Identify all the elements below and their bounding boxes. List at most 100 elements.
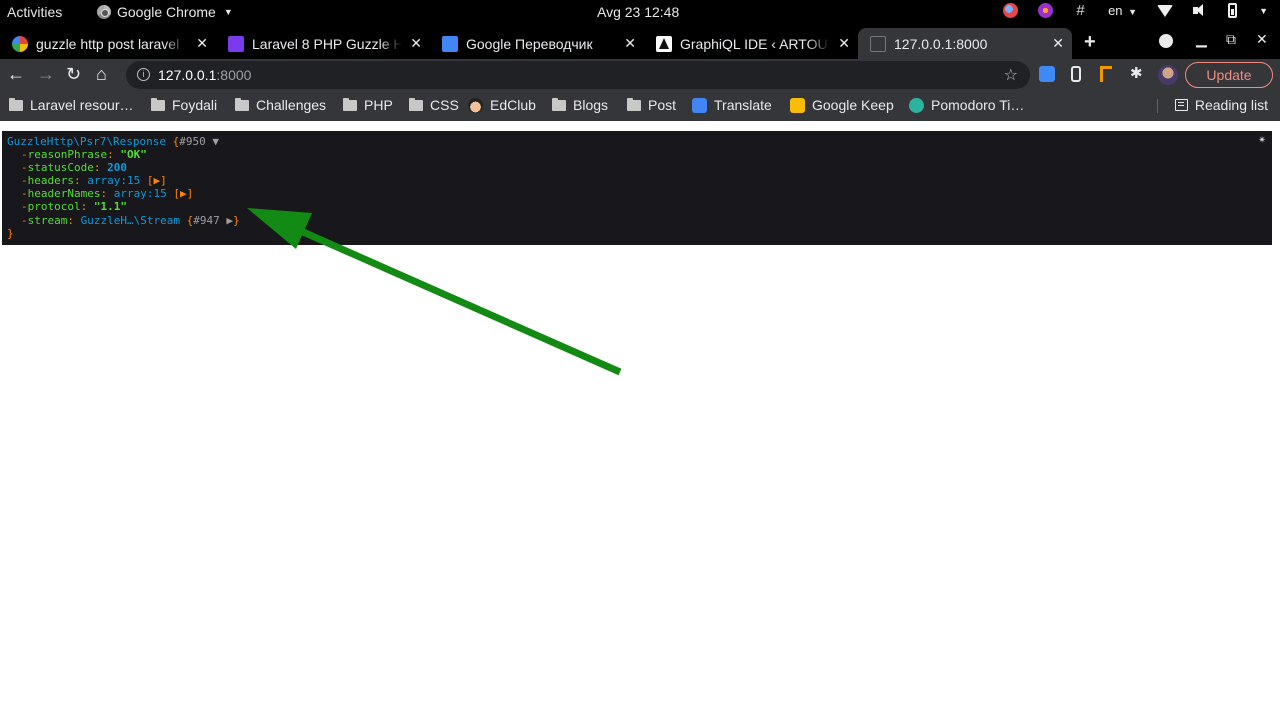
bookmark-challenges[interactable]: Challenges bbox=[235, 97, 326, 113]
bookmark-css[interactable]: CSS bbox=[409, 97, 459, 113]
bookmark-blogs[interactable]: Blogs bbox=[552, 97, 608, 113]
chevron-down-icon[interactable]: ▼ bbox=[1259, 6, 1268, 16]
close-window-icon[interactable]: ✕ bbox=[1256, 31, 1268, 48]
restore-icon[interactable]: ⧉ bbox=[1226, 31, 1236, 48]
new-tab-button[interactable]: + bbox=[1084, 31, 1096, 54]
bookmark-label: Foydali bbox=[172, 97, 218, 113]
folder-icon bbox=[552, 97, 566, 111]
bookmark-laravel-resources[interactable]: Laravel resour… bbox=[9, 97, 134, 113]
collapse-toggle-icon[interactable]: ▼ bbox=[212, 135, 219, 148]
close-icon[interactable]: ✕ bbox=[196, 35, 208, 52]
annotation-arrow-shaft bbox=[283, 220, 622, 376]
dump-prop-value: array:15 bbox=[87, 174, 141, 188]
address-bar[interactable]: i 127.0.0.1:8000 ☆ bbox=[126, 61, 1030, 89]
tab-localhost[interactable]: 127.0.0.1:8000 ✕ bbox=[858, 28, 1072, 59]
bookmark-star-icon[interactable]: ☆ bbox=[1004, 65, 1018, 85]
wifi-icon[interactable] bbox=[1157, 4, 1174, 17]
dump-header: GuzzleHttp\Psr7\Response {#950 ▼ bbox=[7, 135, 1267, 148]
tab-title: Google Переводчик bbox=[466, 35, 593, 52]
dump-prop-row: -headers: array:15 [▶] bbox=[7, 174, 1267, 187]
chrome-icon bbox=[97, 5, 111, 19]
home-icon[interactable]: ⌂ bbox=[96, 64, 107, 85]
reading-list-button[interactable]: Reading list bbox=[1174, 97, 1268, 113]
bookmark-label: Challenges bbox=[256, 97, 327, 113]
language-label: en bbox=[1108, 3, 1123, 18]
tab-title: Laravel 8 PHP Guzzle Http bbox=[252, 35, 402, 52]
dump-prop-value: GuzzleH…\Stream bbox=[80, 213, 180, 227]
dump-prop-dash: - bbox=[21, 187, 28, 201]
url-text[interactable]: 127.0.0.1:8000 bbox=[158, 67, 251, 83]
dump-prop-key: reasonPhrase bbox=[27, 148, 108, 162]
reload-icon[interactable]: ↻ bbox=[66, 64, 81, 85]
dump-prop-value: array:15 bbox=[113, 187, 167, 201]
bookmark-post[interactable]: Post bbox=[627, 97, 676, 113]
puzzle-icon[interactable]: ✱ bbox=[1130, 64, 1146, 82]
tray-app-icon[interactable] bbox=[1003, 3, 1019, 18]
system-top-bar: Activities Google Chrome ▼ Avg 23 12:48 … bbox=[0, 0, 1280, 25]
graphiql-icon bbox=[656, 35, 672, 52]
close-icon[interactable]: ✕ bbox=[410, 35, 422, 52]
dump-object-ref[interactable]: #950 bbox=[179, 135, 206, 148]
tray-app-icon-2[interactable] bbox=[1038, 3, 1054, 18]
folder-icon bbox=[9, 97, 23, 111]
language-indicator[interactable]: en ▼ bbox=[1108, 3, 1137, 18]
folder-icon bbox=[343, 97, 357, 111]
bookmark-php[interactable]: PHP bbox=[343, 97, 393, 113]
page-content: GuzzleHttp\Psr7\Response {#950 ▼ -reason… bbox=[0, 121, 1280, 722]
folder-icon bbox=[409, 97, 423, 111]
avatar[interactable] bbox=[1158, 65, 1178, 85]
dump-prop-row: -stream: GuzzleH…\Stream {#947 ▶} bbox=[7, 214, 1267, 227]
forward-icon[interactable]: → bbox=[37, 64, 55, 85]
bookmark-label: Laravel resour… bbox=[30, 97, 134, 113]
google-translate-icon bbox=[442, 35, 458, 52]
tab-graphiql[interactable]: GraphiQL IDE ‹ ARTOUR ✕ bbox=[644, 28, 858, 59]
dump-prop-row: -reasonPhrase: "OK" bbox=[7, 148, 1267, 161]
bookmark-label: Google Keep bbox=[812, 97, 894, 113]
reading-list-icon bbox=[1174, 99, 1188, 111]
minimize-icon[interactable]: ▁ bbox=[1196, 31, 1207, 48]
slack-icon[interactable]: # bbox=[1073, 3, 1088, 18]
expand-toggle-icon[interactable]: [▶] bbox=[147, 174, 167, 187]
dump-brace: } bbox=[232, 213, 240, 227]
folder-icon bbox=[235, 97, 249, 111]
bookmarks-bar: Laravel resour… Foydali Challenges PHP C… bbox=[0, 91, 1280, 121]
tab-title: 127.0.0.1:8000 bbox=[894, 35, 988, 52]
site-info-icon[interactable]: i bbox=[137, 68, 150, 81]
phone-extension-icon[interactable] bbox=[1071, 66, 1081, 82]
close-icon[interactable]: ✕ bbox=[1052, 35, 1064, 52]
extension-icon[interactable] bbox=[1039, 66, 1055, 82]
extension-icon-2[interactable] bbox=[1100, 66, 1112, 82]
expand-toggle-icon[interactable]: [▶] bbox=[173, 187, 193, 200]
dump-colon: : bbox=[80, 200, 94, 214]
close-icon[interactable]: ✕ bbox=[624, 35, 636, 52]
dump-prop-key: headerNames bbox=[27, 187, 101, 201]
back-icon[interactable]: ← bbox=[7, 64, 25, 85]
dump-prop-dash: - bbox=[21, 174, 28, 188]
bookmark-foydali[interactable]: Foydali bbox=[151, 97, 217, 113]
tab-google-translate[interactable]: Google Переводчик ✕ bbox=[430, 28, 644, 59]
dump-object-ref[interactable]: #947 bbox=[193, 214, 220, 227]
volume-icon[interactable] bbox=[1193, 3, 1208, 18]
bookmark-edclub[interactable]: EdClub bbox=[468, 97, 536, 113]
tab-laravel-guzzle[interactable]: Laravel 8 PHP Guzzle Http ✕ bbox=[216, 28, 430, 59]
close-icon[interactable]: ✕ bbox=[838, 35, 850, 52]
dump-colon: : bbox=[107, 148, 121, 162]
tab-search-icon[interactable] bbox=[1159, 34, 1173, 48]
bookmark-translate[interactable]: Translate bbox=[692, 97, 772, 113]
app-menu[interactable]: Google Chrome ▼ bbox=[97, 4, 233, 20]
bookmark-google-keep[interactable]: Google Keep bbox=[790, 97, 894, 113]
expand-all-icon[interactable]: ✴ bbox=[1254, 133, 1270, 149]
localhost-icon bbox=[870, 35, 886, 52]
battery-icon[interactable] bbox=[1228, 3, 1238, 18]
tab-guzzle-search[interactable]: guzzle http post laravel ✕ bbox=[0, 28, 216, 59]
url-host: 127.0.0.1 bbox=[158, 67, 217, 83]
dump-prop-dash: - bbox=[21, 148, 28, 162]
dump-prop-key: headers bbox=[27, 174, 74, 188]
dump-colon: : bbox=[73, 174, 88, 188]
bookmark-label: Pomodoro Ti… bbox=[931, 97, 1025, 113]
expand-toggle-icon[interactable]: ▶ bbox=[226, 214, 233, 227]
clock[interactable]: Avg 23 12:48 bbox=[597, 4, 679, 20]
bookmark-pomodoro[interactable]: Pomodoro Ti… bbox=[909, 97, 1024, 113]
activities-button[interactable]: Activities bbox=[7, 4, 62, 20]
update-button[interactable]: Update bbox=[1185, 62, 1273, 88]
